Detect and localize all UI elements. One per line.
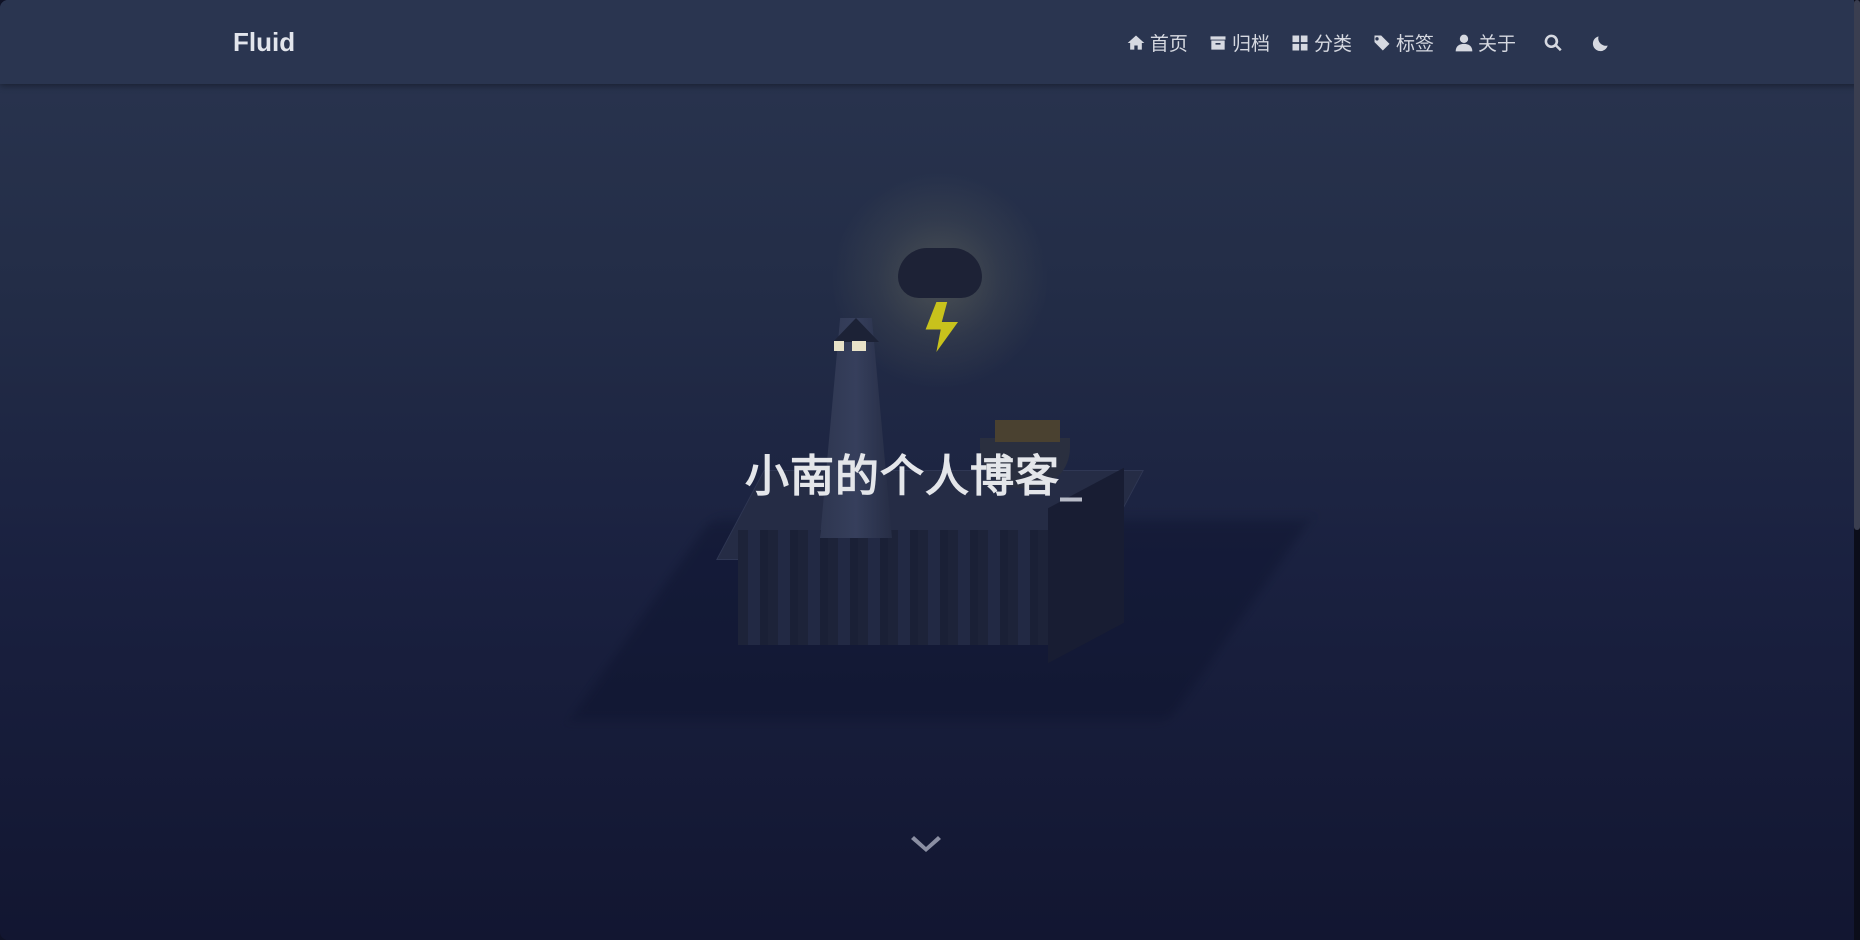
boat-deck xyxy=(995,420,1060,442)
main-nav: 首页 归档 分类 标签 关于 xyxy=(1106,29,1612,56)
nav-item-about[interactable]: 关于 xyxy=(1454,29,1516,56)
nav-item-label: 关于 xyxy=(1477,33,1516,55)
moon-icon xyxy=(1592,35,1608,51)
nav-item-archive[interactable]: 归档 xyxy=(1208,29,1270,56)
nav-item-label: 归档 xyxy=(1231,33,1270,55)
nav-item-label: 分类 xyxy=(1313,33,1352,55)
scrollbar-track[interactable] xyxy=(1854,0,1860,940)
search-icon xyxy=(1544,34,1562,51)
hero-title-text: 小南的个人博客 xyxy=(745,451,1060,502)
lighthouse-window xyxy=(852,341,866,351)
nav-item-home[interactable]: 首页 xyxy=(1126,29,1188,56)
scroll-down-button[interactable] xyxy=(911,830,941,854)
scrollbar-thumb[interactable] xyxy=(1854,0,1860,530)
island-front xyxy=(738,530,1048,645)
nav-item-label: 标签 xyxy=(1395,33,1434,55)
theme-toggle-button[interactable] xyxy=(1590,32,1612,54)
home-icon xyxy=(1127,35,1145,50)
brand-link[interactable]: Fluid xyxy=(233,27,295,58)
nav-item-tags[interactable]: 标签 xyxy=(1372,29,1434,56)
nav-item-label: 首页 xyxy=(1149,33,1188,55)
tags-icon xyxy=(1373,35,1390,50)
category-icon xyxy=(1292,35,1308,50)
user-icon xyxy=(1455,34,1473,51)
storm-cloud xyxy=(898,248,982,298)
hero-title: 小南的个人博客_ xyxy=(0,440,1828,504)
archive-icon xyxy=(1210,35,1226,50)
chevron-down-icon xyxy=(911,836,941,852)
page-frame: Fluid 首页 归档 分类 标签 关于 小南的个人博客_ xyxy=(0,0,1860,940)
search-button[interactable] xyxy=(1542,32,1564,54)
typing-cursor: _ xyxy=(1060,451,1083,502)
navbar: Fluid 首页 归档 分类 标签 关于 xyxy=(0,0,1860,84)
nav-item-categories[interactable]: 分类 xyxy=(1290,29,1352,56)
lighthouse-window xyxy=(834,341,844,351)
